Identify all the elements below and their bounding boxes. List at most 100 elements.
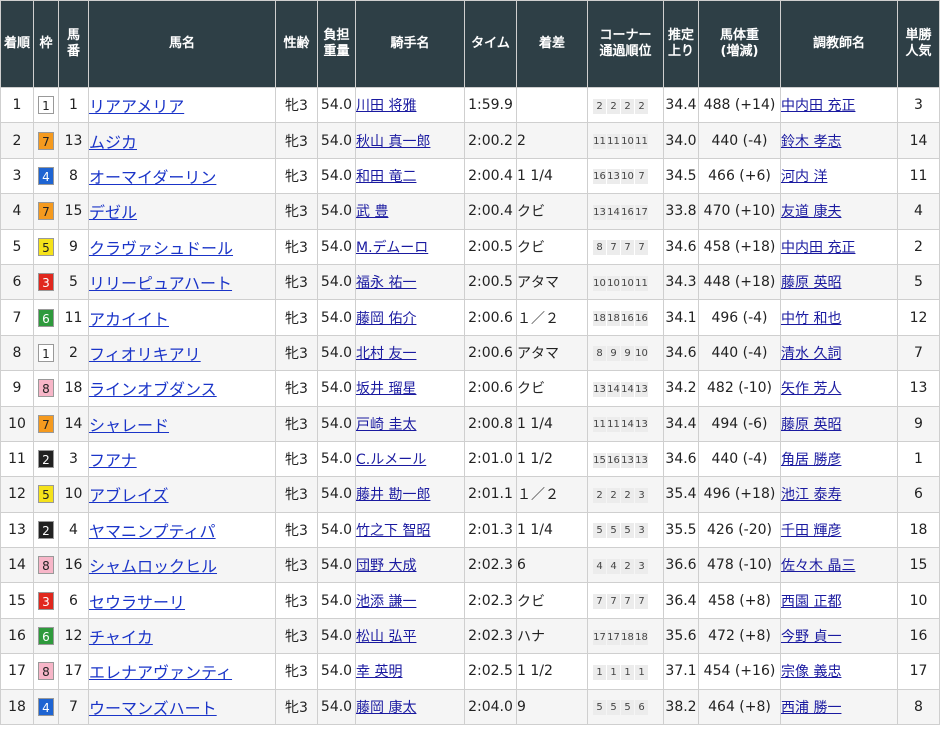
trainer-link[interactable]: 清水 久詞 (782, 346, 842, 362)
trainer-link[interactable]: 河内 洋 (782, 169, 828, 185)
header-popularity[interactable]: 単勝人気 (897, 0, 940, 88)
horse-name-cell: アカイイト (88, 299, 276, 336)
sex-age-cell: 牝3 (275, 476, 318, 513)
trainer-cell: 池江 泰寿 (780, 476, 898, 513)
weight-cell: 54.0 (317, 547, 356, 584)
time-cell: 2:00.4 (464, 193, 517, 230)
trainer-link[interactable]: 中内田 充正 (782, 240, 856, 256)
jockey-link[interactable]: 池添 謙一 (357, 594, 417, 610)
jockey-link[interactable]: 武 豊 (357, 204, 389, 220)
margin-cell: １／２ (516, 476, 588, 513)
trainer-link[interactable]: 藤原 英昭 (782, 417, 842, 433)
corner-position: 8 (593, 346, 606, 362)
horse-number-cell: 16 (58, 547, 89, 584)
sex-age-cell: 牝3 (275, 122, 318, 159)
trainer-link[interactable]: 友道 康夫 (782, 204, 842, 220)
horse-name-link[interactable]: フアナ (90, 451, 137, 470)
header-corner[interactable]: コーナー 通過順位 (587, 0, 664, 88)
trainer-link[interactable]: 池江 泰寿 (782, 487, 842, 503)
last3f-cell: 38.2 (663, 688, 699, 726)
rank-cell: 6 (0, 263, 34, 301)
header-time[interactable]: タイム (464, 0, 517, 88)
corner-position: 16 (621, 204, 634, 220)
jockey-link[interactable]: 福永 祐一 (357, 275, 417, 291)
horse-name-link[interactable]: シャムロックヒル (90, 557, 218, 576)
trainer-link[interactable]: 中内田 充正 (782, 98, 856, 114)
jockey-link[interactable]: 藤岡 佑介 (357, 311, 417, 327)
jockey-link[interactable]: 北村 友一 (357, 346, 417, 362)
horse-name-link[interactable]: チャイカ (90, 628, 153, 647)
jockey-link[interactable]: C.ルメール (357, 452, 427, 468)
corner-position: 1 (635, 664, 648, 680)
table-row: 11 2 3 フアナ 牝3 54.0 C.ルメール 2:01.0 1 1/2 15161313 34… (0, 440, 940, 478)
horse-name-link[interactable]: アカイイト (90, 310, 170, 329)
jockey-cell: 川田 将雅 (355, 86, 465, 124)
horse-name-link[interactable]: アブレイズ (90, 486, 169, 505)
horse-name-link[interactable]: デゼル (90, 203, 138, 222)
header-trainer[interactable]: 調教師名 (780, 0, 898, 88)
header-jockey[interactable]: 騎手名 (355, 0, 465, 88)
waku-badge: 6 (38, 308, 54, 327)
horse-name-link[interactable]: ムジカ (90, 133, 138, 152)
jockey-link[interactable]: 藤井 勘一郎 (357, 487, 431, 503)
jockey-link[interactable]: 藤岡 康太 (357, 700, 417, 716)
trainer-link[interactable]: 宗像 義忠 (782, 664, 842, 680)
horse-name-link[interactable]: ラインオブダンス (90, 380, 217, 399)
trainer-link[interactable]: 鈴木 孝志 (782, 134, 842, 150)
horse-name-link[interactable]: シャレード (90, 416, 170, 435)
corner-cell: 13141413 (587, 370, 664, 407)
horse-name-link[interactable]: クラヴァシュドール (90, 239, 234, 258)
horse-name-link[interactable]: エレナアヴァンティ (90, 663, 233, 682)
sex-age-cell: 牝3 (275, 617, 318, 655)
corner-position: 18 (621, 629, 634, 645)
jockey-link[interactable]: 松山 弘平 (357, 629, 417, 645)
waku-badge: 7 (38, 414, 54, 433)
trainer-link[interactable]: 藤原 英昭 (782, 275, 842, 291)
body-weight-cell: 482 (-10) (698, 370, 781, 407)
trainer-link[interactable]: 矢作 芳人 (782, 381, 842, 397)
waku-cell: 8 (33, 547, 59, 584)
corner-position: 5 (607, 700, 620, 716)
jockey-cell: 団野 大成 (355, 547, 465, 584)
trainer-link[interactable]: 西園 正都 (782, 594, 842, 610)
jockey-link[interactable]: 団野 大成 (357, 558, 417, 574)
horse-name-link[interactable]: リアアメリア (90, 97, 185, 116)
jockey-link[interactable]: 竹之下 智昭 (357, 523, 431, 539)
horse-name-link[interactable]: ヤマニンプティパ (90, 522, 216, 541)
trainer-link[interactable]: 今野 貞一 (782, 629, 842, 645)
trainer-link[interactable]: 佐々木 晶三 (782, 558, 856, 574)
jockey-cell: 幸 英明 (355, 653, 465, 690)
time-cell: 2:00.6 (464, 370, 517, 407)
horse-name-link[interactable]: セウラサーリ (90, 593, 186, 612)
jockey-link[interactable]: 戸崎 圭太 (357, 417, 417, 433)
header-horse-number[interactable]: 馬番 (58, 0, 89, 88)
jockey-link[interactable]: 幸 英明 (357, 664, 403, 680)
trainer-link[interactable]: 中竹 和也 (782, 311, 842, 327)
horse-name-link[interactable]: フィオリキアリ (90, 345, 201, 364)
horse-name-link[interactable]: ウーマンズハート (90, 699, 217, 718)
header-margin[interactable]: 着差 (516, 0, 588, 88)
header-weight[interactable]: 負担重量 (317, 0, 356, 88)
header-rank[interactable]: 着順 (0, 0, 34, 88)
jockey-link[interactable]: 和田 竜二 (357, 169, 417, 185)
horse-name-link[interactable]: オーマイダーリン (90, 168, 217, 187)
horse-number-cell: 10 (58, 476, 89, 513)
last3f-cell: 34.4 (663, 86, 699, 124)
header-sex-age[interactable]: 性齢 (275, 0, 318, 88)
last3f-cell: 34.6 (663, 228, 699, 265)
trainer-link[interactable]: 西浦 勝一 (782, 700, 842, 716)
jockey-link[interactable]: M.デムーロ (357, 240, 429, 256)
trainer-link[interactable]: 角居 勝彦 (782, 452, 842, 468)
header-horse-name[interactable]: 馬名 (88, 0, 276, 88)
jockey-link[interactable]: 秋山 真一郎 (357, 134, 431, 150)
header-waku[interactable]: 枠 (33, 0, 59, 88)
jockey-link[interactable]: 川田 将雅 (357, 98, 417, 114)
table-row: 10 7 14 シャレード 牝3 54.0 戸崎 圭太 2:00.8 1 1/4 11111413… (0, 405, 940, 442)
horse-name-link[interactable]: リリーピュアハート (90, 274, 233, 293)
corner-position: 2 (607, 98, 620, 114)
header-last3f[interactable]: 推定上り (663, 0, 699, 88)
corner-position: 11 (607, 417, 620, 433)
header-body-weight[interactable]: 馬体重 (増減) (698, 0, 781, 88)
jockey-link[interactable]: 坂井 瑠星 (357, 381, 417, 397)
trainer-link[interactable]: 千田 輝彦 (782, 523, 842, 539)
